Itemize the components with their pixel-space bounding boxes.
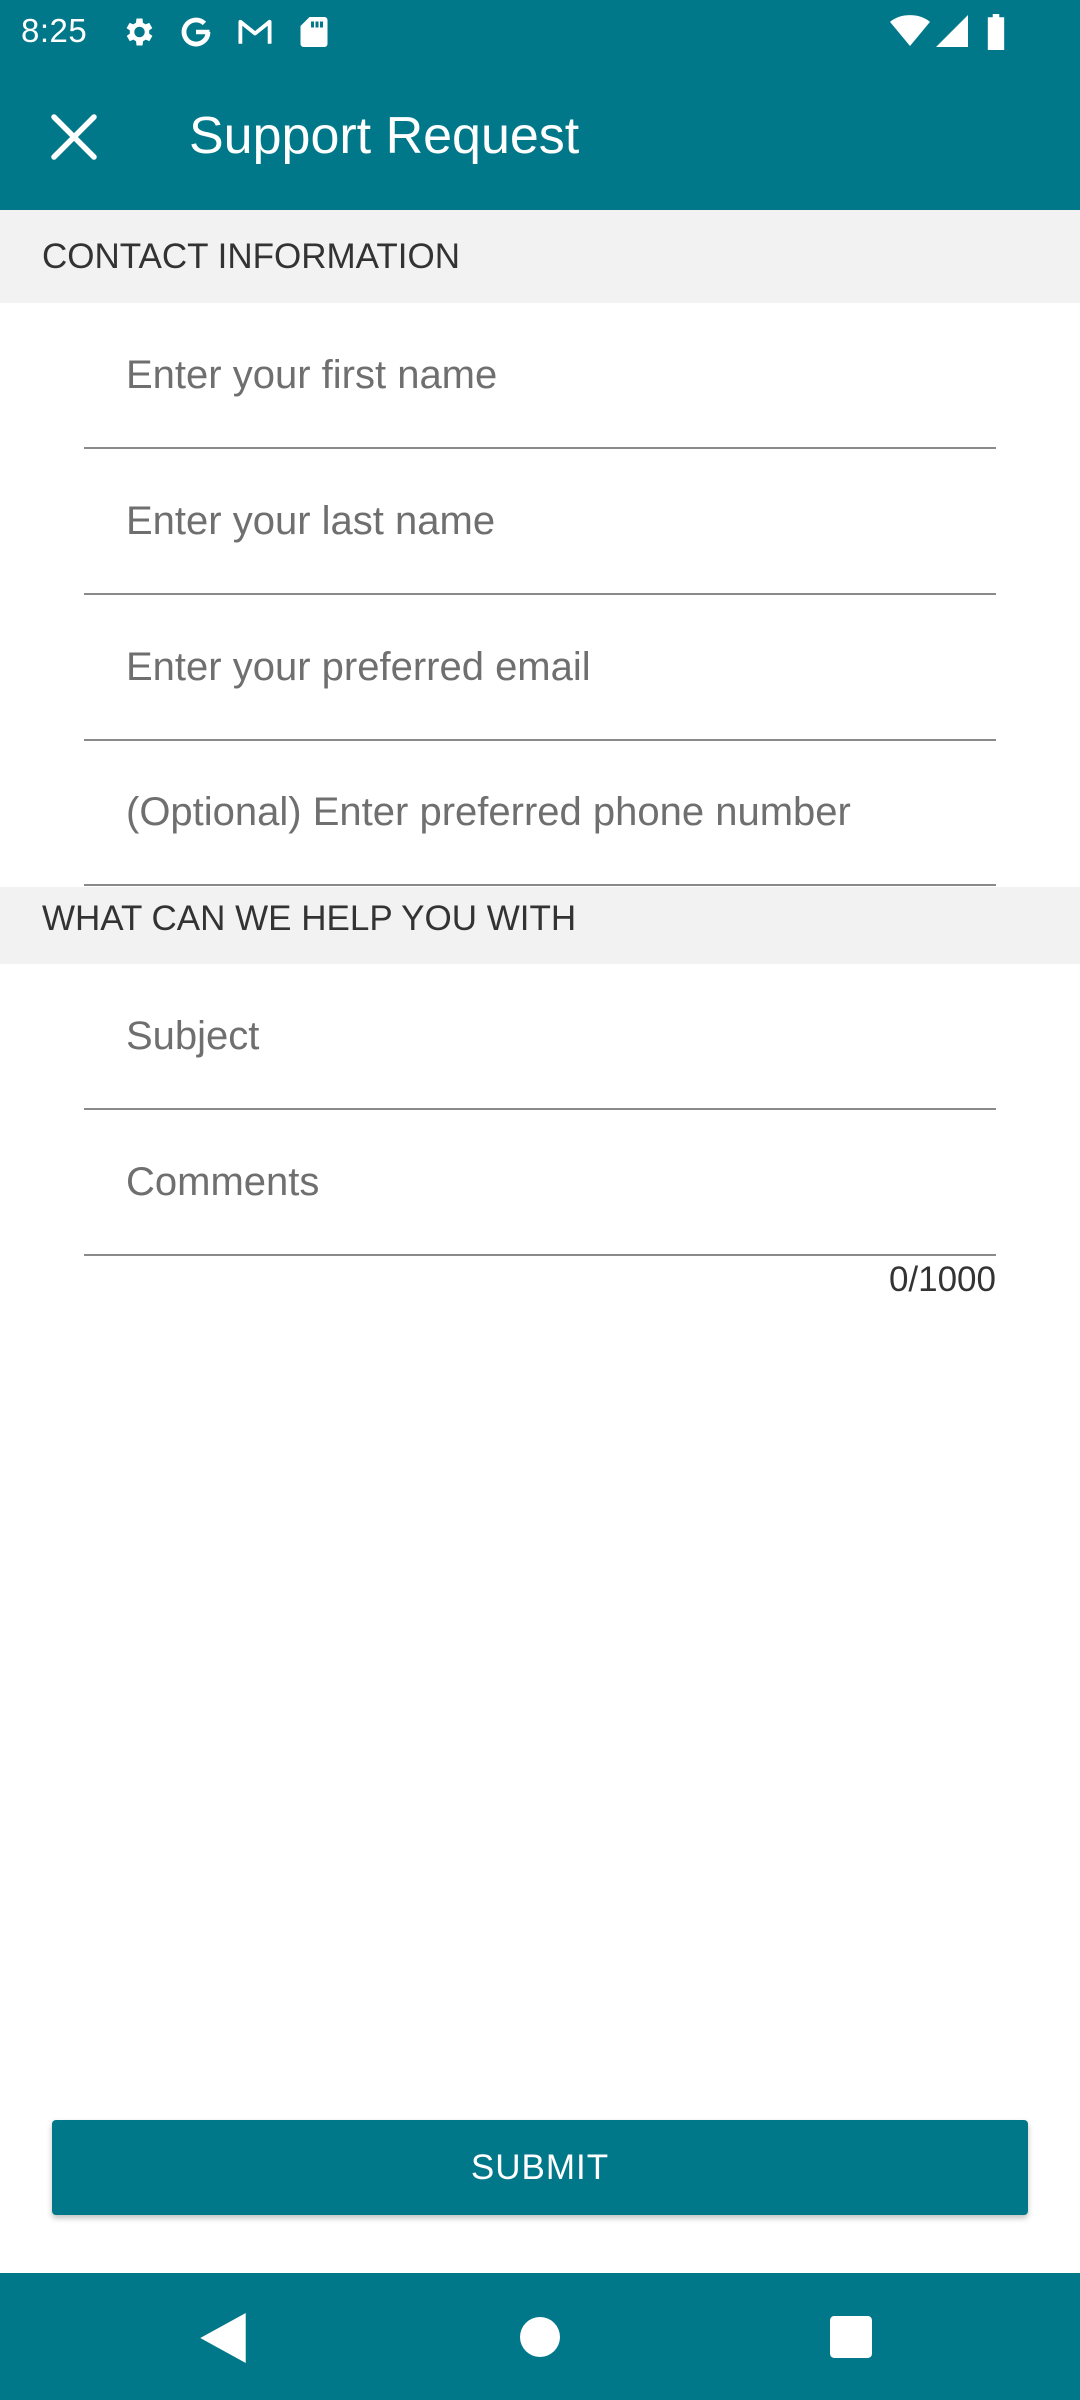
comments-field: [84, 1110, 996, 1256]
battery-icon: [986, 14, 1006, 55]
phone-field: [84, 740, 996, 886]
close-icon: [44, 107, 104, 172]
wifi-icon: [890, 14, 930, 53]
email-field: [84, 595, 996, 741]
gmail-icon: [236, 14, 274, 55]
settings-gear-icon: [120, 14, 156, 55]
email-input[interactable]: [84, 595, 996, 739]
status-time: 8:25: [21, 12, 88, 49]
google-g-icon: [178, 14, 214, 55]
back-triangle-icon[interactable]: [200, 2313, 246, 2368]
contact-information-header: CONTACT INFORMATION: [0, 210, 1080, 303]
status-bar: 8:25: [0, 0, 1080, 62]
subject-input[interactable]: [84, 964, 996, 1108]
subject-field: [84, 964, 996, 1110]
first-name-field: [84, 303, 996, 449]
submit-button[interactable]: SUBMIT: [52, 2120, 1028, 2215]
home-circle-icon[interactable]: [520, 2317, 560, 2362]
close-button[interactable]: [34, 99, 114, 179]
comments-character-counter: 0/1000: [888, 1260, 996, 1299]
phone-input[interactable]: [84, 740, 996, 884]
last-name-field: [84, 449, 996, 595]
recents-square-icon[interactable]: [830, 2316, 872, 2363]
first-name-input[interactable]: [84, 303, 996, 447]
page-title: Support Request: [189, 107, 580, 165]
cell-signal-icon: [936, 14, 968, 53]
last-name-input[interactable]: [84, 449, 996, 593]
sd-card-icon: [298, 14, 330, 55]
app-bar: Support Request: [0, 62, 1080, 210]
comments-input[interactable]: [84, 1110, 996, 1254]
navigation-bar: [0, 2273, 1080, 2400]
help-section-header: WHAT CAN WE HELP YOU WITH: [0, 887, 1080, 964]
